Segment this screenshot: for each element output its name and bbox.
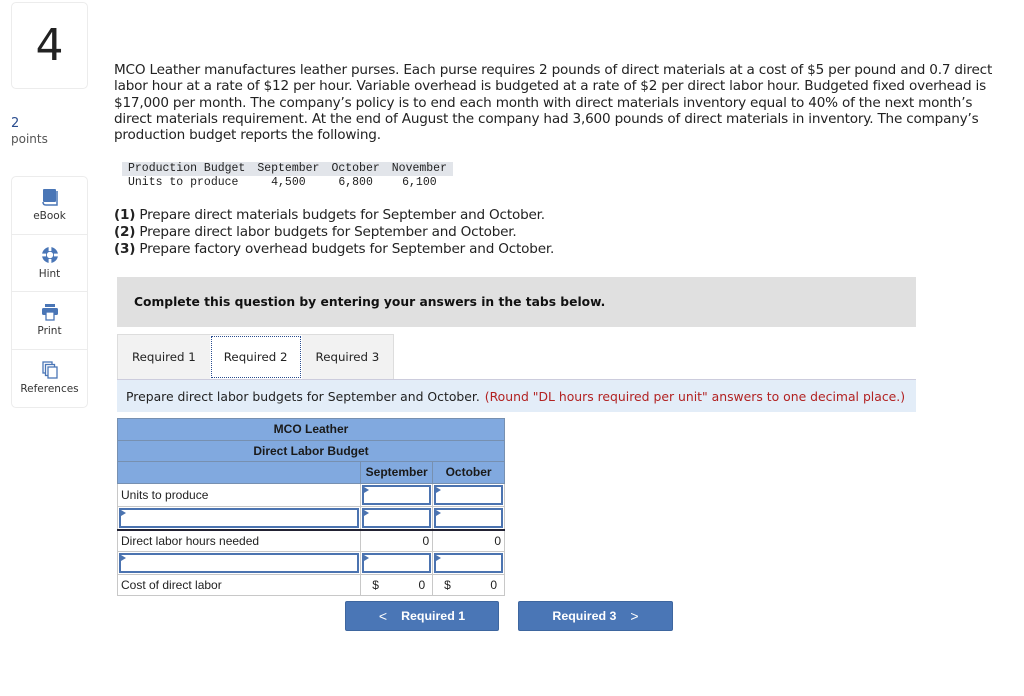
- row-label-input-cell: [116, 505, 362, 531]
- production-budget-header: Production Budget: [122, 162, 252, 176]
- chevron-right-icon: >: [630, 608, 639, 624]
- rate-october-cell: [432, 550, 505, 575]
- units-september-cell: [360, 482, 434, 507]
- requirement-tabs: Required 1 Required 2 Required 3: [117, 334, 395, 379]
- instruction-text: Prepare direct labor budgets for Septemb…: [126, 388, 480, 404]
- currency-symbol: $: [444, 577, 451, 592]
- dl-hours-per-unit-label-input[interactable]: [119, 507, 360, 528]
- units-october-cell: [432, 482, 505, 507]
- tools-panel: eBook Hint Print References: [11, 176, 88, 408]
- requirement-3: (3) Prepare factory overhead budgets for…: [114, 241, 555, 257]
- chevron-left-icon: <: [378, 608, 388, 624]
- units-september-input[interactable]: [362, 484, 432, 505]
- budget-title: Direct Labor Budget: [117, 439, 505, 462]
- units-october: 6,800: [338, 176, 373, 189]
- production-budget-row: Units to produce 4,500 6,800 6,100: [122, 176, 453, 190]
- row-label-input2-cell: [116, 550, 362, 575]
- units-september: 4,500: [271, 176, 306, 189]
- dl-hours-per-unit-october-input[interactable]: [434, 507, 503, 528]
- table-row-rate-input: [116, 505, 505, 531]
- units-november: 6,100: [402, 176, 437, 189]
- next-button-label: Required 3: [552, 609, 617, 623]
- question-number: 4: [35, 20, 64, 71]
- column-header-september: September: [360, 461, 434, 484]
- cost-october-cell: $0: [432, 573, 505, 596]
- company-header-row: MCO Leather: [117, 418, 505, 441]
- requirement-2: (2) Prepare direct labor budgets for Sep…: [114, 224, 517, 240]
- book-icon: [41, 189, 58, 206]
- tab-required-1[interactable]: Required 1: [118, 335, 210, 379]
- table-row-cost: Cost of direct labor $0 $0: [116, 573, 505, 596]
- dl-hours-october-cell: [432, 505, 505, 531]
- references-button[interactable]: References: [12, 350, 87, 408]
- printer-icon: [41, 304, 58, 321]
- rate-september-cell: [360, 550, 434, 575]
- rounding-note: (Round "DL hours required per unit" answ…: [484, 388, 906, 404]
- header-september: September: [251, 162, 326, 176]
- cost-october: 0: [490, 577, 497, 592]
- labor-rate-october-input[interactable]: [434, 552, 503, 573]
- requirement-1: (1) Prepare direct materials budgets for…: [114, 207, 545, 223]
- production-budget-header-row: Production Budget September October Nove…: [122, 162, 453, 176]
- units-label: Units to produce: [116, 482, 362, 507]
- dl-hours-per-unit-september-input[interactable]: [362, 507, 432, 528]
- tab-required-2[interactable]: Required 2: [209, 335, 302, 379]
- cost-label: Cost of direct labor: [116, 573, 362, 596]
- hours-label: Direct labor hours needed: [116, 529, 362, 552]
- lifebuoy-icon: [41, 246, 58, 263]
- units-october-input[interactable]: [434, 484, 503, 505]
- requirements-list: (1) Prepare direct materials budgets for…: [114, 207, 554, 258]
- cost-september-cell: $0: [360, 573, 434, 596]
- ebook-label: eBook: [33, 210, 66, 223]
- points-label: points: [11, 132, 48, 146]
- table-row-rate2-input: [116, 550, 505, 575]
- currency-symbol: $: [372, 577, 379, 592]
- print-label: Print: [37, 325, 62, 338]
- header-november: November: [385, 162, 453, 176]
- print-button[interactable]: Print: [12, 292, 87, 350]
- table-row-hours: Direct labor hours needed 0 0: [116, 529, 505, 552]
- question-number-box: 4: [11, 2, 88, 89]
- header-october: October: [325, 162, 386, 176]
- cost-september: 0: [418, 577, 426, 592]
- labor-rate-september-input[interactable]: [362, 552, 432, 573]
- labor-rate-label-input[interactable]: [119, 552, 360, 573]
- company-name: MCO Leather: [117, 418, 505, 441]
- problem-text: MCO Leather manufactures leather purses.…: [114, 62, 993, 144]
- column-header-october: October: [432, 461, 505, 484]
- points-value: 2: [11, 116, 20, 131]
- column-header-blank: [116, 461, 362, 484]
- ebook-button[interactable]: eBook: [12, 177, 87, 235]
- column-header-row: September October: [116, 461, 505, 484]
- instruction-bar: Prepare direct labor budgets for Septemb…: [117, 379, 916, 412]
- next-required-3-button[interactable]: Required 3 >: [518, 601, 673, 631]
- direct-labor-budget-table: MCO Leather Direct Labor Budget Septembe…: [116, 418, 505, 596]
- hint-label: Hint: [38, 267, 61, 280]
- tab-required-3[interactable]: Required 3: [302, 335, 394, 379]
- units-to-produce-label: Units to produce: [128, 176, 239, 189]
- title-header-row: Direct Labor Budget: [117, 439, 505, 462]
- table-row-units: Units to produce: [116, 482, 505, 507]
- complete-prompt: Complete this question by entering your …: [117, 277, 916, 327]
- documents-icon: [41, 361, 58, 379]
- prev-required-1-button[interactable]: < Required 1: [345, 601, 499, 631]
- prev-button-label: Required 1: [401, 609, 466, 623]
- dl-hours-september-cell: [360, 505, 434, 531]
- hours-september: 0: [360, 529, 434, 552]
- production-budget-table: Production Budget September October Nove…: [122, 162, 453, 190]
- references-label: References: [20, 383, 79, 396]
- hint-button[interactable]: Hint: [12, 235, 87, 292]
- hours-october: 0: [432, 529, 505, 552]
